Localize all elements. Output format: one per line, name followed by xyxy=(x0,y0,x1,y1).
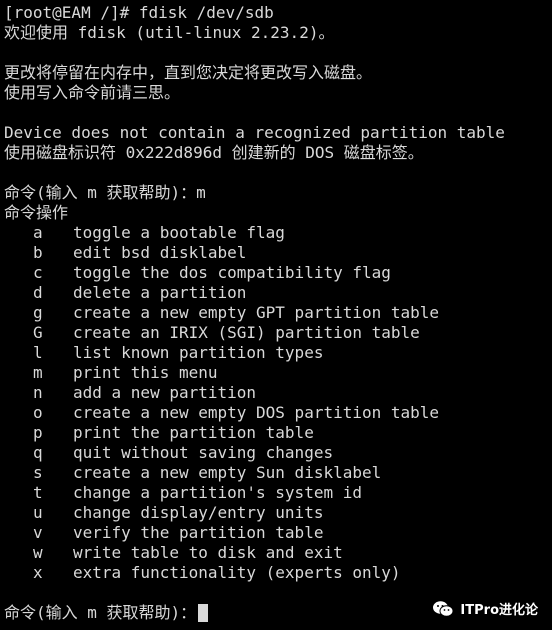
menu-item-c: c toggle the dos compatibility flag xyxy=(4,263,552,283)
menu-key: s xyxy=(33,463,43,482)
menu-desc: edit bsd disklabel xyxy=(73,243,247,262)
menu-desc: change display/entry units xyxy=(73,503,324,522)
notice-line-1: 更改将停留在内存中，直到您决定将更改写入磁盘。 xyxy=(4,63,373,82)
menu-item-m: m print this menu xyxy=(4,363,552,383)
menu-key: v xyxy=(33,523,43,542)
menu-key: x xyxy=(33,563,43,582)
menu-desc: change a partition's system id xyxy=(73,483,362,502)
menu-desc: create a new empty GPT partition table xyxy=(73,303,440,322)
menu-desc: create a new empty DOS partition table xyxy=(73,403,440,422)
command-line: [root@EAM /]# fdisk /dev/sdb xyxy=(4,3,274,22)
menu-key: o xyxy=(33,403,43,422)
welcome-message: 欢迎使用 fdisk (util-linux 2.23.2)。 xyxy=(4,23,335,42)
disk-label-message: 使用磁盘标识符 0x222d896d 创建新的 DOS 磁盘标签。 xyxy=(4,143,424,162)
menu-item-t: t change a partition's system id xyxy=(4,483,552,503)
menu-desc: quit without saving changes xyxy=(73,443,334,462)
notice-line-2: 使用写入命令前请三思。 xyxy=(4,83,181,102)
menu-key: t xyxy=(33,483,43,502)
menu-item-a: a toggle a bootable flag xyxy=(4,223,552,243)
menu-desc: print the partition table xyxy=(73,423,314,442)
device-message: Device does not contain a recognized par… xyxy=(4,123,505,142)
menu-item-l: l list known partition types xyxy=(4,343,552,363)
menu-key: a xyxy=(33,223,43,242)
text-cursor[interactable] xyxy=(198,604,209,622)
menu-desc: create a new empty Sun disklabel xyxy=(73,463,382,482)
menu-item-v: v verify the partition table xyxy=(4,523,552,543)
help-prompt: 命令(输入 m 获取帮助)：m xyxy=(4,183,206,202)
menu-item-o: o create a new empty DOS partition table xyxy=(4,403,552,423)
menu-key: g xyxy=(33,303,43,322)
menu-item-x: x extra functionality (experts only) xyxy=(4,563,552,583)
menu-key: G xyxy=(33,323,43,342)
menu-key: d xyxy=(33,283,43,302)
menu-item-w: w write table to disk and exit xyxy=(4,543,552,563)
menu-item-s: s create a new empty Sun disklabel xyxy=(4,463,552,483)
menu-desc: extra functionality (experts only) xyxy=(73,563,401,582)
menu-item-b: b edit bsd disklabel xyxy=(4,243,552,263)
menu-desc: print this menu xyxy=(73,363,218,382)
watermark-text: ITPro进化论 xyxy=(460,603,538,618)
input-prompt: 命令(输入 m 获取帮助)： xyxy=(4,603,197,622)
menu-desc: write table to disk and exit xyxy=(73,543,343,562)
menu-key: n xyxy=(33,383,43,402)
menu-item-u: u change display/entry units xyxy=(4,503,552,523)
wechat-icon xyxy=(433,600,454,617)
menu-desc: toggle the dos compatibility flag xyxy=(73,263,391,282)
menu-key: w xyxy=(33,543,43,562)
menu-item-d: d delete a partition xyxy=(4,283,552,303)
menu-title: 命令操作 xyxy=(4,203,69,222)
menu-key: q xyxy=(33,443,43,462)
menu-key: l xyxy=(33,343,43,362)
menu-desc: add a new partition xyxy=(73,383,257,402)
menu-item-G: Gcreate an IRIX (SGI) partition table xyxy=(4,323,552,343)
menu-key: b xyxy=(33,243,43,262)
watermark: ITPro进化论 xyxy=(432,599,538,618)
terminal-window[interactable]: [root@EAM /]# fdisk /dev/sdb 欢迎使用 fdisk … xyxy=(0,0,552,630)
menu-item-p: p print the partition table xyxy=(4,423,552,443)
menu-key: u xyxy=(33,503,43,522)
menu-desc: toggle a bootable flag xyxy=(73,223,285,242)
menu-desc: delete a partition xyxy=(73,283,247,302)
menu-desc: create an IRIX (SGI) partition table xyxy=(73,323,420,342)
menu-key: c xyxy=(33,263,43,282)
menu-key: p xyxy=(33,423,43,442)
menu-item-q: q quit without saving changes xyxy=(4,443,552,463)
menu-item-n: n add a new partition xyxy=(4,383,552,403)
menu-key: m xyxy=(33,363,43,382)
menu-desc: verify the partition table xyxy=(73,523,324,542)
menu-desc: list known partition types xyxy=(73,343,324,362)
menu-item-g: g create a new empty GPT partition table xyxy=(4,303,552,323)
